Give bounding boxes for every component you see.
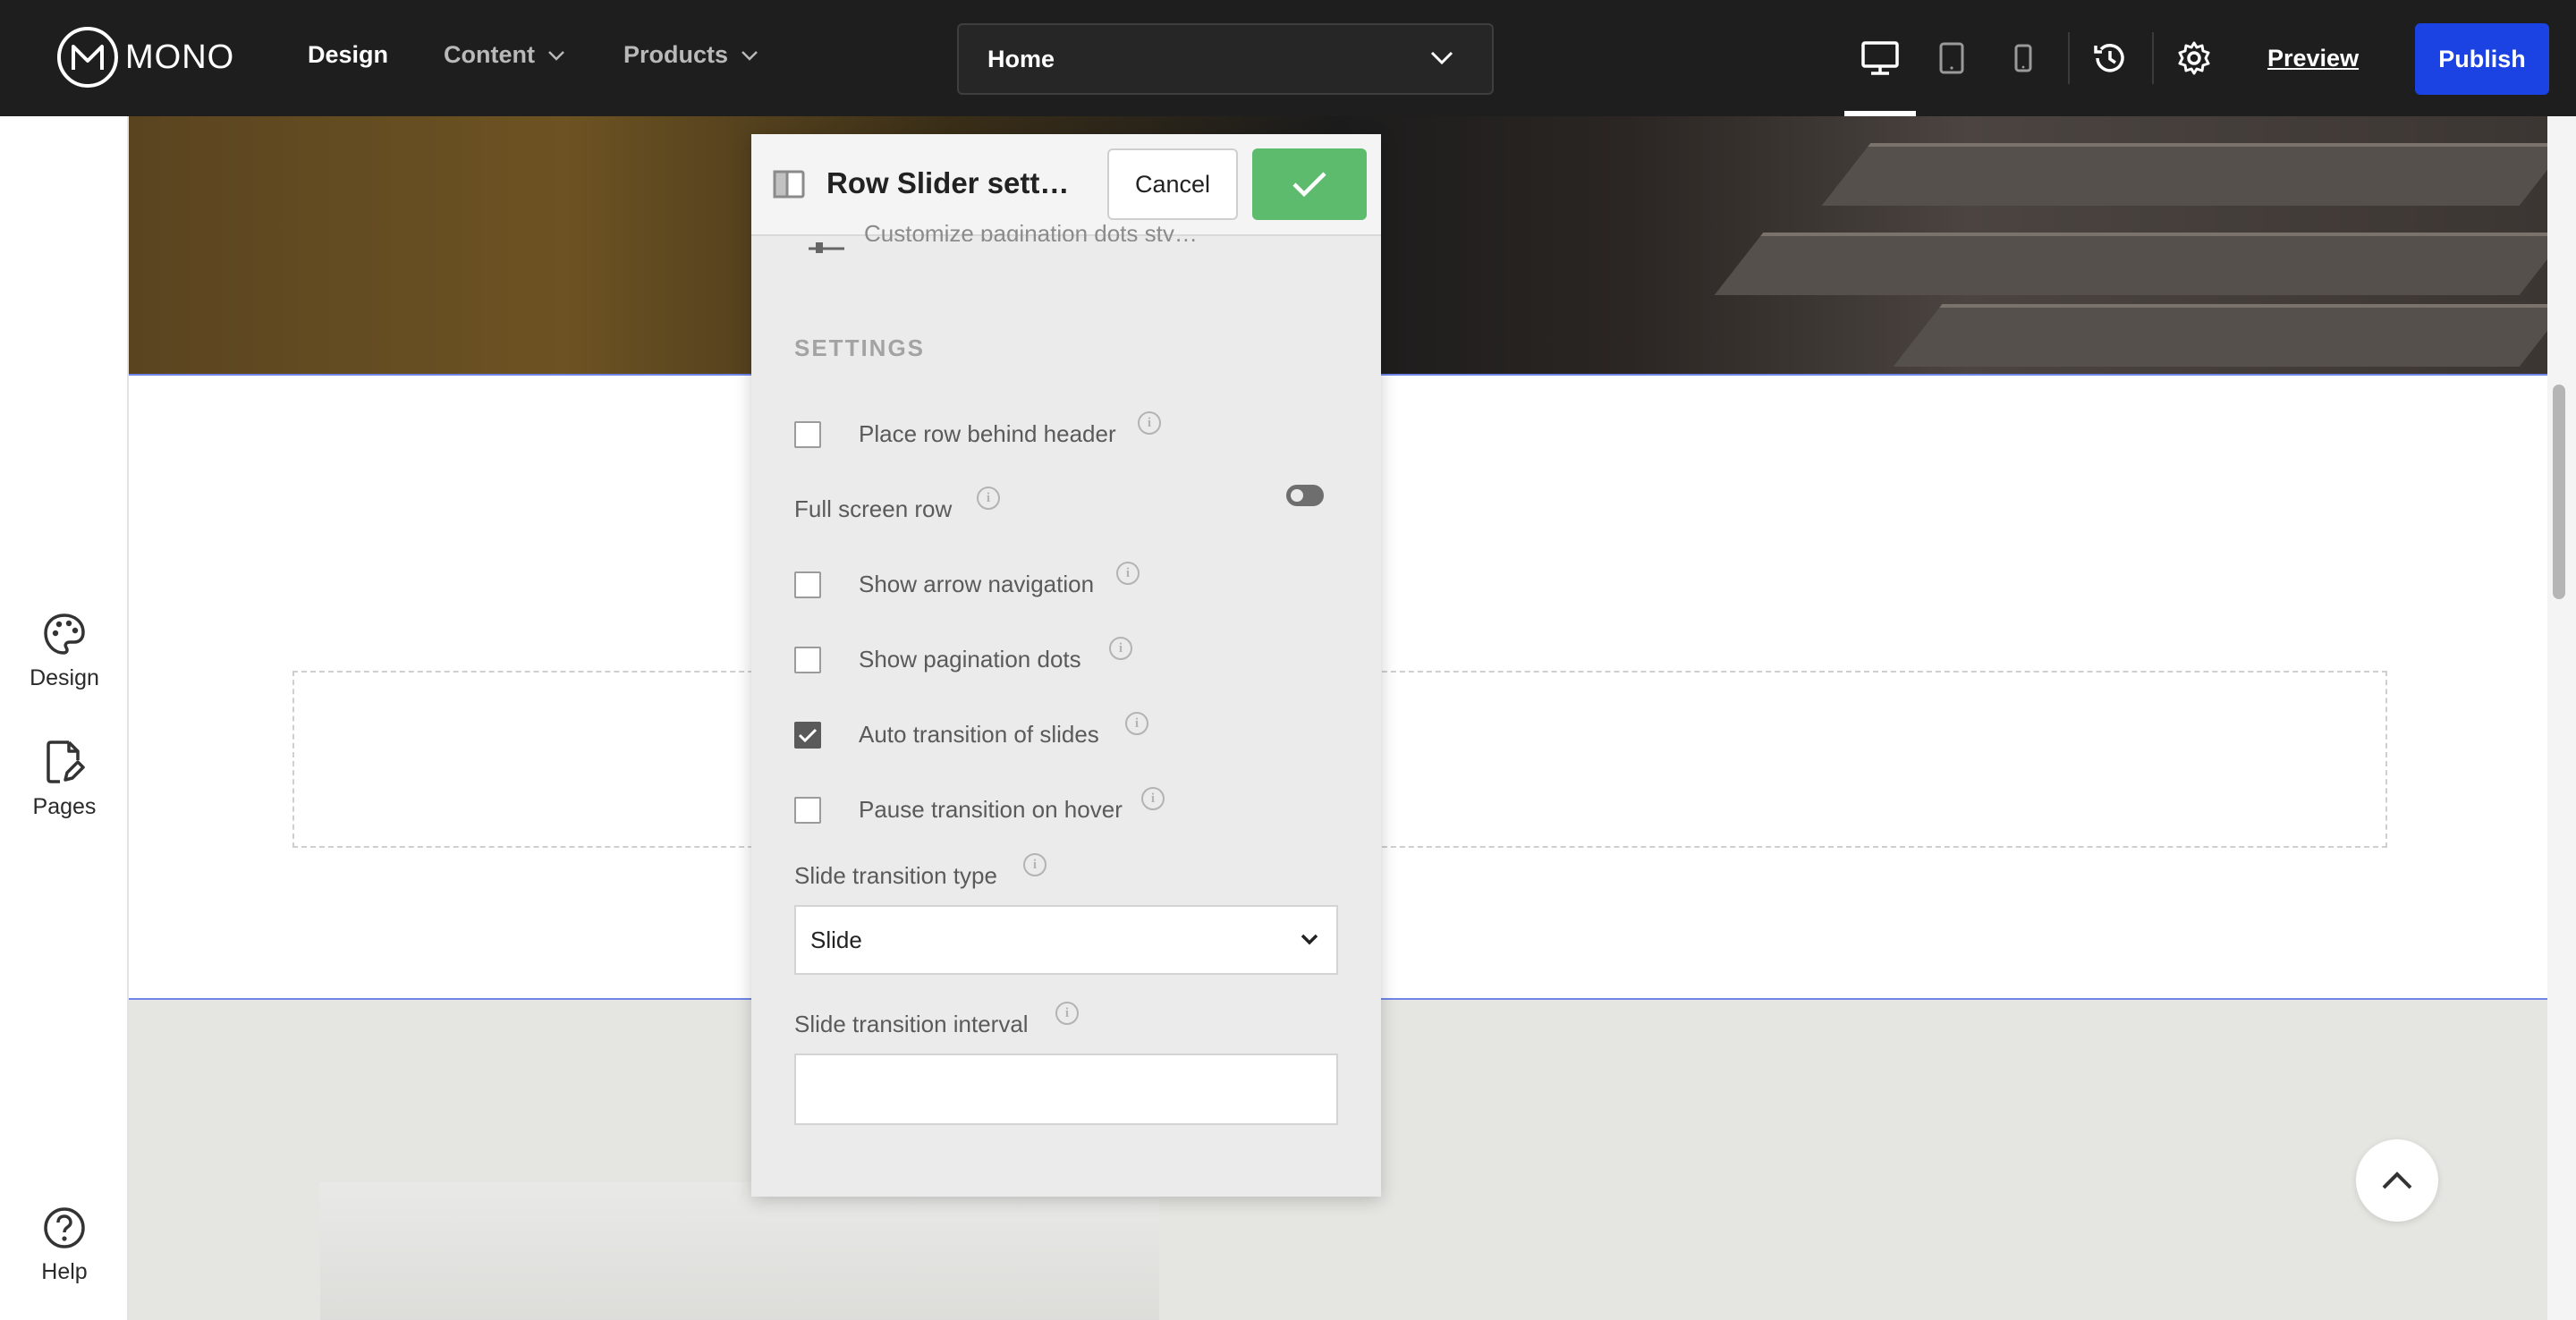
pagination-dots-style-link[interactable]: Customize pagination dots sty… xyxy=(864,220,1198,241)
option-pause-on-hover[interactable]: Pause transition on hover xyxy=(794,796,1123,824)
settings-section-title: SETTINGS xyxy=(794,334,926,361)
option-place-behind-header[interactable]: Place row behind header xyxy=(794,420,1116,448)
dock-panel-icon[interactable] xyxy=(773,170,805,199)
mobile-view-button[interactable] xyxy=(1987,25,2059,91)
place-behind-header-checkbox[interactable] xyxy=(794,420,821,448)
auto-transition-checkbox[interactable] xyxy=(794,721,821,749)
info-icon[interactable]: i xyxy=(1023,853,1046,876)
nav-design[interactable]: Design xyxy=(308,41,388,69)
publish-button[interactable]: Publish xyxy=(2415,23,2549,95)
nav-content-label: Content xyxy=(444,41,535,68)
checkmark-icon xyxy=(798,728,818,742)
left-sidebar: Design Pages Help xyxy=(0,116,129,1320)
checkmark-icon xyxy=(1292,172,1326,198)
auto-transition-label: Auto transition of slides xyxy=(859,721,1099,748)
logo-text: MONO xyxy=(125,38,235,76)
nav-products[interactable]: Products xyxy=(623,41,758,69)
nav-design-label: Design xyxy=(308,41,389,68)
chevron-down-icon xyxy=(741,50,758,61)
show-pagination-dots-checkbox[interactable] xyxy=(794,646,821,673)
brand-logo[interactable]: MONO xyxy=(57,27,234,88)
toolbar-divider xyxy=(2068,32,2070,84)
full-screen-row-label: Full screen row xyxy=(794,495,953,522)
option-auto-transition[interactable]: Auto transition of slides xyxy=(794,721,1099,749)
palette-icon xyxy=(44,613,85,655)
show-arrow-navigation-checkbox[interactable] xyxy=(794,571,821,598)
info-icon[interactable]: i xyxy=(1138,411,1161,435)
nav-products-label: Products xyxy=(623,41,729,68)
info-icon[interactable]: i xyxy=(977,487,1000,510)
hero-decor xyxy=(1714,233,2547,295)
scrollbar[interactable] xyxy=(2547,116,2576,1320)
tablet-view-button[interactable] xyxy=(1916,25,1987,91)
info-icon[interactable]: i xyxy=(1141,787,1165,810)
desktop-view-button[interactable] xyxy=(1844,25,1916,91)
info-icon[interactable]: i xyxy=(1125,712,1148,735)
hero-decor xyxy=(1821,143,2547,206)
transition-interval-input[interactable] xyxy=(794,1053,1338,1125)
nav-content[interactable]: Content xyxy=(444,41,565,69)
pause-on-hover-checkbox[interactable] xyxy=(794,796,821,824)
sliders-icon xyxy=(809,242,844,253)
sidebar-help-label: Help xyxy=(41,1259,88,1284)
ceiling-photo[interactable] xyxy=(320,1182,1159,1320)
history-button[interactable] xyxy=(2088,36,2132,80)
info-icon[interactable]: i xyxy=(1116,562,1140,585)
top-bar: MONO Design Content Products Home Previe… xyxy=(0,0,2576,116)
sidebar-design-label: Design xyxy=(30,665,99,690)
settings-button[interactable] xyxy=(2172,36,2216,80)
sidebar-item-pages[interactable]: Pages xyxy=(0,739,129,820)
info-icon[interactable]: i xyxy=(1109,637,1132,660)
chevron-up-icon xyxy=(2382,1172,2412,1189)
page-selector[interactable]: Home xyxy=(957,23,1494,95)
pause-on-hover-label: Pause transition on hover xyxy=(859,796,1123,823)
row-slider-settings-panel: Row Slider sett… Cancel Customize pagina… xyxy=(751,134,1381,1197)
chevron-down-icon xyxy=(548,50,564,61)
transition-type-select[interactable]: Slide xyxy=(794,905,1338,975)
history-icon xyxy=(2094,44,2124,72)
transition-interval-label: Slide transition interval xyxy=(794,1011,1029,1037)
place-behind-header-label: Place row behind header xyxy=(859,420,1116,447)
cancel-button[interactable]: Cancel xyxy=(1107,148,1238,220)
desktop-icon xyxy=(1861,41,1899,75)
show-arrow-navigation-label: Show arrow navigation xyxy=(859,571,1095,597)
sidebar-pages-label: Pages xyxy=(32,794,97,819)
mobile-icon xyxy=(2014,44,2032,72)
hero-decor xyxy=(1893,304,2547,367)
option-show-pagination-dots[interactable]: Show pagination dots xyxy=(794,646,1081,673)
sidebar-item-help[interactable]: Help xyxy=(0,1206,129,1285)
scrollbar-thumb[interactable] xyxy=(2553,385,2565,599)
panel-title: Row Slider sett… xyxy=(826,166,1070,199)
help-icon xyxy=(44,1207,85,1248)
confirm-button[interactable] xyxy=(1252,148,1367,220)
gear-icon xyxy=(2178,41,2210,75)
sidebar-item-design[interactable]: Design xyxy=(0,612,129,691)
option-show-arrow-navigation[interactable]: Show arrow navigation xyxy=(794,571,1094,598)
toolbar-divider xyxy=(2152,32,2154,84)
show-pagination-dots-label: Show pagination dots xyxy=(859,646,1081,673)
tablet-icon xyxy=(1939,42,1964,74)
preview-link[interactable]: Preview xyxy=(2267,45,2359,72)
info-icon[interactable]: i xyxy=(1055,1002,1079,1025)
chevron-down-icon xyxy=(1430,51,1453,65)
page-edit-icon xyxy=(47,740,85,783)
full-screen-row-toggle[interactable] xyxy=(1286,485,1324,506)
page-selector-value: Home xyxy=(987,45,1055,72)
chevron-down-icon xyxy=(1301,934,1318,945)
logo-mark-icon xyxy=(57,27,118,88)
transition-type-value: Slide xyxy=(810,926,862,953)
transition-type-label: Slide transition type xyxy=(794,862,997,889)
scroll-to-top-button[interactable] xyxy=(2356,1139,2438,1222)
